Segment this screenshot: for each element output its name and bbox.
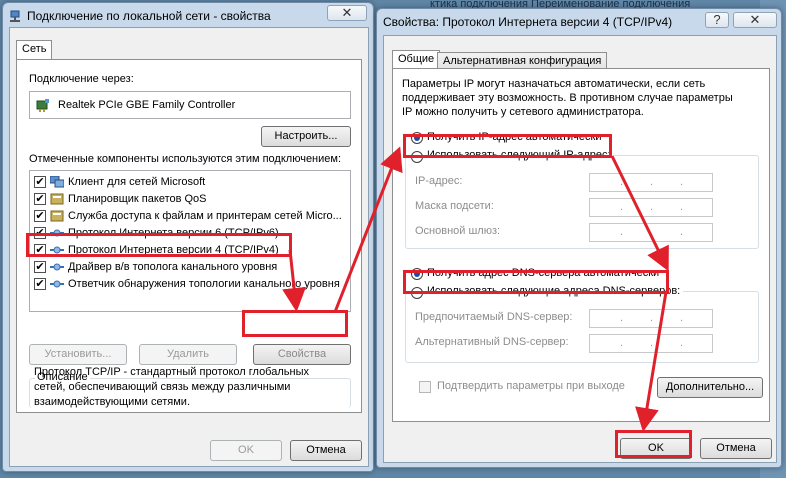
arrows-overlay	[282, 146, 669, 432]
arrow-to-ok	[635, 291, 668, 432]
arrow-to-ipv4-window	[333, 146, 403, 313]
arrow-to-properties	[282, 249, 307, 312]
arrow-to-dns	[610, 155, 669, 272]
